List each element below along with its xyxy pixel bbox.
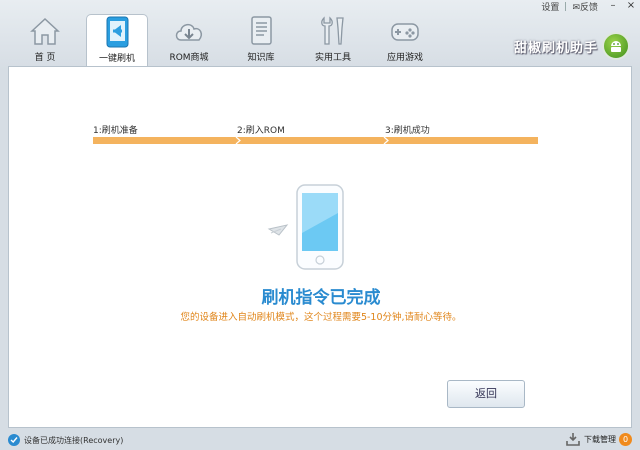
status-message: 您的设备进入自动刷机模式，这个过程需要5-10分钟,请耐心等待。 [180, 312, 462, 323]
status-bar: 设备已成功连接(Recovery) 下载管理 0 [0, 430, 640, 450]
tab-label: 首 页 [34, 53, 56, 63]
page-title: 刷机指令已完成 [261, 288, 381, 308]
brand-name: 甜椒刷机助手 [513, 40, 598, 56]
app-window: 设置 ✉反馈 – × 首 页 一键刷机 ROM商城 知识库 实用工具 应用游戏 … [0, 0, 640, 450]
smartphone-icon [267, 184, 344, 270]
document-icon [251, 16, 272, 45]
download-icon [566, 433, 580, 446]
tab-one-click-flash[interactable]: 一键刷机 [86, 14, 148, 67]
feedback-label: 反馈 [579, 3, 598, 13]
step-separator-icon [383, 137, 389, 144]
step-separator-icon [235, 137, 241, 144]
step-label: 2:刷入ROM [237, 126, 285, 136]
minimize-button[interactable]: – [604, 0, 622, 13]
check-icon [8, 434, 20, 446]
tab-home[interactable]: 首 页 [14, 14, 76, 66]
tools-icon [321, 16, 344, 45]
tab-knowledge-base[interactable]: 知识库 [230, 14, 292, 66]
brand-logo: 甜椒刷机助手 [514, 26, 630, 66]
flash-phone-icon [106, 16, 129, 48]
tab-apps-games[interactable]: 应用游戏 [374, 14, 436, 66]
cloud-download-icon [175, 23, 202, 41]
close-button[interactable]: × [622, 0, 640, 13]
tab-rom-store[interactable]: ROM商城 [158, 14, 220, 66]
connection-status: 设备已成功连接(Recovery) [24, 435, 124, 445]
back-button[interactable]: 返回 [447, 380, 525, 408]
tab-label: 应用游戏 [386, 53, 423, 63]
window-controls: 设置 ✉反馈 – × [535, 0, 640, 13]
download-label: 下载管理 [584, 434, 616, 444]
main-nav: 首 页 一键刷机 ROM商城 知识库 实用工具 应用游戏 [14, 14, 446, 67]
android-icon [602, 32, 630, 60]
tab-label: 实用工具 [314, 53, 351, 63]
download-count-badge: 0 [619, 432, 632, 446]
settings-link[interactable]: 设置 [535, 0, 565, 13]
tab-utilities[interactable]: 实用工具 [302, 14, 364, 66]
progress-bar [93, 137, 538, 144]
feedback-link[interactable]: ✉反馈 [566, 0, 604, 13]
tab-label: 一键刷机 [98, 54, 135, 64]
main-panel: 1:刷机准备 2:刷入ROM 3:刷机成功 刷机指令已完成 您的设备进入自动刷机… [8, 66, 632, 428]
gamepad-icon [391, 23, 419, 41]
tab-label: 知识库 [247, 53, 275, 63]
step-progress: 1:刷机准备 2:刷入ROM 3:刷机成功 [93, 123, 538, 149]
phone-illustration [257, 183, 357, 273]
feedback-icon: ✉ [572, 3, 580, 13]
download-manager-button[interactable]: 下载管理 0 [565, 432, 632, 446]
home-icon [30, 17, 60, 45]
step-label: 1:刷机准备 [93, 126, 138, 136]
tab-label: ROM商城 [169, 53, 209, 63]
step-label: 3:刷机成功 [385, 126, 430, 136]
